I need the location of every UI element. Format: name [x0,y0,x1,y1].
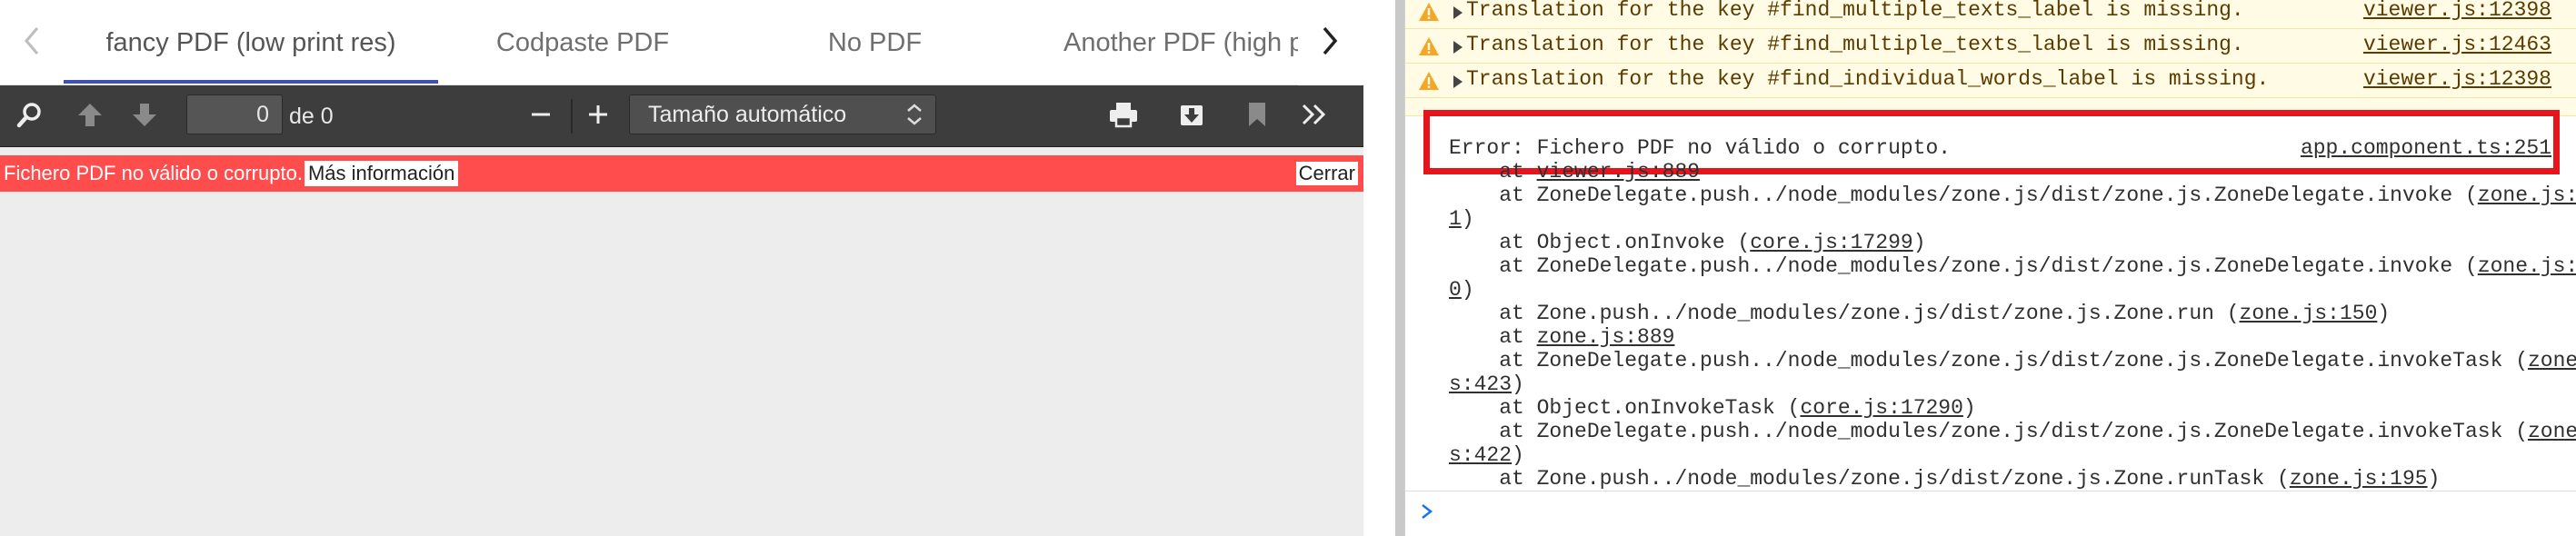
console-prompt-icon [1420,501,1434,529]
stack-trace: at viewer.js:889 at ZoneDelegate.push../… [1449,160,2576,491]
warning-icon [1418,36,1440,63]
toolbar-divider [571,99,573,134]
console-input[interactable] [1405,491,2576,536]
close-error-button[interactable]: Cerrar [1295,162,1358,185]
stack-link[interactable]: zone.j [2528,349,2576,372]
chevron-left-icon [23,25,41,61]
tab-scroll-right[interactable] [1298,0,1362,85]
bookmark-icon [1247,101,1267,133]
print-icon [1108,101,1139,133]
warning-icon [1418,2,1440,28]
stack-link[interactable]: 0 [1449,278,1462,302]
double-chevron-icon [1301,103,1328,131]
pdf-viewer-pane: fancy PDF (low print res) Codpaste PDF N… [0,0,1363,536]
stack-link[interactable]: 1 [1449,207,1462,231]
stack-line: at ZoneDelegate.push../node_modules/zone… [1449,254,2576,278]
tab-fancy-pdf[interactable]: fancy PDF (low print res) [64,0,438,85]
stack-line: at ZoneDelegate.push../node_modules/zone… [1449,420,2576,443]
devtools-console: Translation for the key #find_multiple_t… [1404,0,2576,536]
stack-link[interactable]: zone.js:889 [1537,325,1675,349]
stack-link[interactable]: zone.js:195 [2290,467,2428,491]
zoom-in-button[interactable] [575,85,621,147]
chevron-right-icon [1321,25,1339,61]
stack-line: 0) [1449,278,1474,302]
select-caret-icon [904,101,924,134]
zoom-select-value: Tamaño automático [648,101,847,127]
more-info-button[interactable]: Más información [304,161,459,186]
console-warning[interactable]: Translation for the key #find_multiple_t… [1405,0,2576,29]
stack-line: at Zone.push../node_modules/zone.js/dist… [1449,467,2441,491]
error-message: Fichero PDF no válido o corrupto. [4,162,303,184]
download-button[interactable] [1168,85,1215,147]
stack-link[interactable]: core.js:17299 [1750,231,1912,254]
page-number-input[interactable] [186,94,283,134]
tab-no-pdf[interactable]: No PDF [727,0,1023,85]
page-count-label: de 0 [289,103,334,129]
disclosure-triangle-icon[interactable] [1453,3,1463,26]
active-tab-indicator [64,80,438,84]
tab-label: fancy PDF (low print res) [105,27,396,57]
arrow-up-icon [76,101,104,133]
stack-link[interactable]: zone.js:39 [2478,184,2576,207]
scroll-gutter [1363,0,1395,536]
minus-icon [529,103,553,131]
error-bar: Fichero PDF no válido o corrupto. Más in… [0,155,1363,192]
stack-link[interactable]: zone.js:150 [2240,302,2378,325]
tab-label: Codpaste PDF [495,27,670,57]
tab-label: No PDF [827,27,923,57]
disclosure-triangle-icon[interactable] [1453,37,1463,61]
stack-link[interactable]: viewer.js:889 [1537,160,1700,184]
tab-another-pdf[interactable]: Another PDF (high p [1023,0,1298,85]
download-icon [1178,101,1205,133]
stack-line: 1) [1449,207,1474,231]
zoom-select[interactable]: Tamaño automático [629,94,936,134]
stack-line: s:423) [1449,372,1524,396]
warning-source-link[interactable]: viewer.js:12398 [2363,0,2551,22]
print-button[interactable] [1100,85,1147,147]
plus-icon [586,103,610,131]
stack-line: at viewer.js:889 [1449,160,1701,184]
search-button[interactable] [7,85,53,147]
stack-line: at zone.js:889 [1449,325,1675,349]
warning-text: Translation for the key #find_individual… [1466,67,2270,91]
stack-link[interactable]: zone.js:39 [2478,254,2576,278]
arrow-down-icon [131,101,158,133]
pdf-toolbar: de 0 Tamaño automático [0,85,1363,147]
next-page-button[interactable] [122,85,167,147]
tab-bar: fancy PDF (low print res) Codpaste PDF N… [0,0,1363,85]
stack-line: at ZoneDelegate.push../node_modules/zone… [1449,184,2576,207]
warning-text: Translation for the key #find_multiple_t… [1466,33,2244,56]
disclosure-triangle-icon[interactable] [1453,72,1463,95]
search-icon [16,101,44,133]
warning-icon [1418,71,1440,97]
zoom-out-button[interactable] [518,85,564,147]
stack-line: at Zone.push../node_modules/zone.js/dist… [1449,302,2391,325]
warning-source-link[interactable]: viewer.js:12398 [2363,67,2551,91]
stack-line: at ZoneDelegate.push../node_modules/zone… [1449,349,2576,372]
stack-line: at Object.onInvoke (core.js:17299) [1449,231,1926,254]
stack-line: at Object.onInvokeTask (core.js:17290) [1449,396,1976,420]
stack-link[interactable]: s:422 [1449,443,1512,467]
console-warning[interactable]: Translation for the key #find_individual… [1405,64,2576,98]
previous-page-button[interactable] [67,85,113,147]
stack-line: s:422) [1449,443,1524,467]
bookmark-button[interactable] [1233,85,1281,147]
warning-source-link[interactable]: viewer.js:12463 [2363,33,2551,56]
stack-link[interactable]: core.js:17290 [1800,396,1962,420]
pane-resize-handle[interactable] [1395,0,1404,536]
stack-link[interactable]: s:423 [1449,372,1512,396]
tab-codpaste-pdf[interactable]: Codpaste PDF [438,0,727,85]
tab-scroll-left[interactable] [0,0,64,85]
console-warning[interactable]: Translation for the key #find_multiple_t… [1405,29,2576,64]
warning-text: Translation for the key #find_multiple_t… [1466,0,2244,22]
tab-label: Another PDF (high p [1063,27,1298,57]
tools-button[interactable] [1291,85,1338,147]
stack-link[interactable]: zone.j [2528,420,2576,443]
